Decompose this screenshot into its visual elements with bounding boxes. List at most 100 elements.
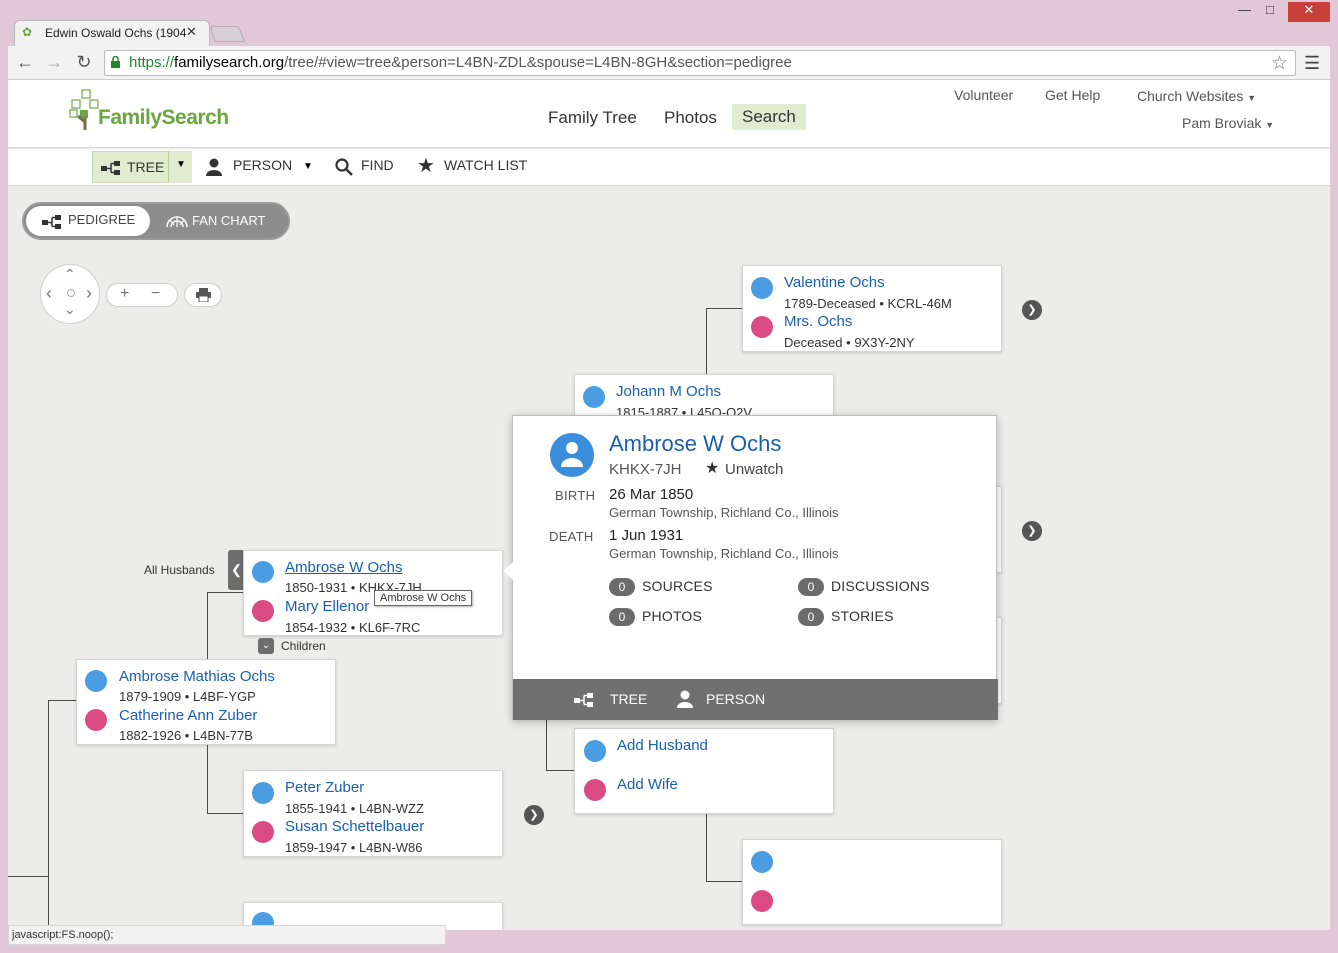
discussions-link[interactable]: DISCUSSIONS [831,578,930,594]
popup-tree-button[interactable]: TREE [610,691,647,707]
user-menu[interactable]: Pam Broviak ▼ [1182,115,1274,131]
watch-list-menu[interactable]: WATCH LIST [444,157,527,173]
site-header: FamilySearch Family Tree Photos Search V… [8,80,1330,148]
pan-up-icon[interactable]: ⌃ [64,266,76,283]
person-card-ambrose-mathias-ochs[interactable]: Ambrose Mathias Ochs 1879-1909 • L4BF-YG… [76,659,336,745]
sources-link[interactable]: SOURCES [642,578,713,594]
familysearch-logo[interactable]: FamilySearch [98,106,229,130]
person-card-peter-zuber[interactable]: Peter Zuber 1855-1941 • L4BN-WZZ Susan S… [243,770,503,857]
close-tab-icon[interactable]: ✕ [186,24,197,40]
unwatch-link[interactable]: Unwatch [725,461,783,478]
pan-down-icon[interactable]: ⌄ [64,301,76,318]
birth-place: German Township, Richland Co., Illinois [609,505,839,520]
new-tab-button[interactable] [209,26,245,42]
popup-person-name[interactable]: Ambrose W Ochs [609,431,781,457]
pedigree-label: PEDIGREE [68,212,136,227]
person-meta: 1879-1909 • L4BF-YGP [119,689,256,704]
stories-link[interactable]: STORIES [831,608,894,624]
forward-icon[interactable]: → [43,52,65,74]
connector-line [706,881,742,882]
children-label[interactable]: Children [281,639,326,653]
male-avatar-icon [85,670,107,692]
minimize-icon[interactable]: — [1238,2,1251,22]
pan-control[interactable]: ⌃ ‹ › ⌄ [40,264,100,324]
church-websites-link[interactable]: Church Websites ▼ [1137,88,1256,104]
connector-line [546,720,547,770]
person-meta: 1789-Deceased • KCRL-46M [784,296,952,311]
pan-right-icon[interactable]: › [86,283,92,304]
nav-search[interactable]: Search [732,104,806,130]
connector-line [207,813,243,814]
volunteer-link[interactable]: Volunteer [954,87,1013,103]
fan-chart-view-button[interactable]: FAN CHART [192,213,265,228]
person-card-valentine-ochs[interactable]: Valentine Ochs 1789-Deceased • KCRL-46M … [742,265,1002,352]
person-name[interactable]: Ambrose W Ochs [285,559,403,576]
death-label: DEATH [549,529,594,544]
person-name[interactable]: Johann M Ochs [616,383,721,400]
browser-tab[interactable]: Edwin Oswald Ochs (1904 [14,20,210,46]
person-icon [677,690,693,708]
url-host: familysearch.org [174,54,285,71]
bookmark-star-icon[interactable]: ☆ [1271,52,1288,75]
male-avatar-icon [252,561,274,583]
church-websites-label: Church Websites [1137,88,1244,104]
male-avatar-icon [550,433,594,477]
photos-link[interactable]: PHOTOS [642,608,702,624]
zoom-out-icon[interactable]: − [151,285,160,303]
print-button[interactable] [184,283,222,307]
address-bar[interactable]: https://familysearch.org/tree/#view=tree… [104,50,1296,76]
spouse-name[interactable]: Mrs. Ochs [784,313,852,330]
birth-label: BIRTH [555,488,596,503]
person-name[interactable]: Peter Zuber [285,779,364,796]
close-window-icon[interactable]: ✕ [1288,2,1330,22]
lock-icon [111,56,120,68]
find-menu[interactable]: FIND [361,157,394,173]
add-husband-link[interactable]: Add Husband [617,737,708,754]
expand-ancestors-icon[interactable]: ❯ [524,805,544,825]
nav-family-tree[interactable]: Family Tree [548,108,637,128]
death-place: German Township, Richland Co., Illinois [609,546,839,561]
person-card-johann-m-ochs[interactable]: Johann M Ochs 1815-1887 • L45Q-Q2V [574,374,834,418]
all-husbands-label[interactable]: All Husbands [144,563,215,577]
children-chevron-down-icon[interactable]: ⌄ [258,638,274,654]
chevron-down-icon[interactable]: ▼ [303,161,313,172]
tree-dropdown-button[interactable]: ▼ [168,151,192,183]
person-name[interactable]: Ambrose Mathias Ochs [119,668,275,685]
stories-count-badge: 0 [798,608,824,626]
browser-window: Edwin Oswald Ochs (1904 ✿ ✕ — □ ✕ ← → ↻ … [0,0,1338,953]
male-avatar-icon [252,782,274,804]
spouse-name[interactable]: Catherine Ann Zuber [119,707,257,724]
connector-line [48,700,49,930]
expand-ancestors-icon[interactable]: ❯ [1022,521,1042,541]
zoom-in-icon[interactable]: + [120,285,129,303]
spouse-name[interactable]: Susan Schettelbauer [285,818,424,835]
male-avatar-icon [583,386,605,408]
status-bar: javascript:FS.noop(); [8,925,446,945]
add-wife-link[interactable]: Add Wife [617,776,678,793]
empty-person-card[interactable] [742,839,1002,925]
person-name[interactable]: Valentine Ochs [784,274,885,291]
pan-center-icon[interactable] [67,289,75,297]
nav-photos[interactable]: Photos [664,108,717,128]
popup-person-button[interactable]: PERSON [706,691,765,707]
add-parents-card[interactable]: Add Husband Add Wife [574,728,834,814]
person-meta: 1855-1941 • L4BN-WZZ [285,801,424,816]
male-avatar-icon [751,851,773,873]
get-help-link[interactable]: Get Help [1045,87,1100,103]
user-name: Pam Broviak [1182,115,1262,131]
browser-menu-icon[interactable]: ☰ [1304,53,1320,74]
maximize-icon[interactable]: □ [1266,2,1274,22]
tab-title: Edwin Oswald Ochs (1904 [45,26,187,40]
pan-left-icon[interactable]: ‹ [46,283,52,304]
popup-footer: TREE PERSON [513,679,998,720]
pedigree-view-button[interactable]: PEDIGREE [26,206,150,236]
person-menu[interactable]: PERSON [233,157,292,173]
spouse-meta: 1859-1947 • L4BN-W86 [285,840,423,855]
watch-star-icon[interactable]: ★ [705,458,719,478]
all-husbands-chevron-left-icon[interactable]: ❮ [228,550,244,590]
photos-count-badge: 0 [609,608,635,626]
expand-ancestors-icon[interactable]: ❯ [1022,300,1042,320]
reload-icon[interactable]: ↻ [73,52,95,74]
spouse-name[interactable]: Mary Ellenor [285,598,369,615]
back-icon[interactable]: ← [14,52,36,74]
